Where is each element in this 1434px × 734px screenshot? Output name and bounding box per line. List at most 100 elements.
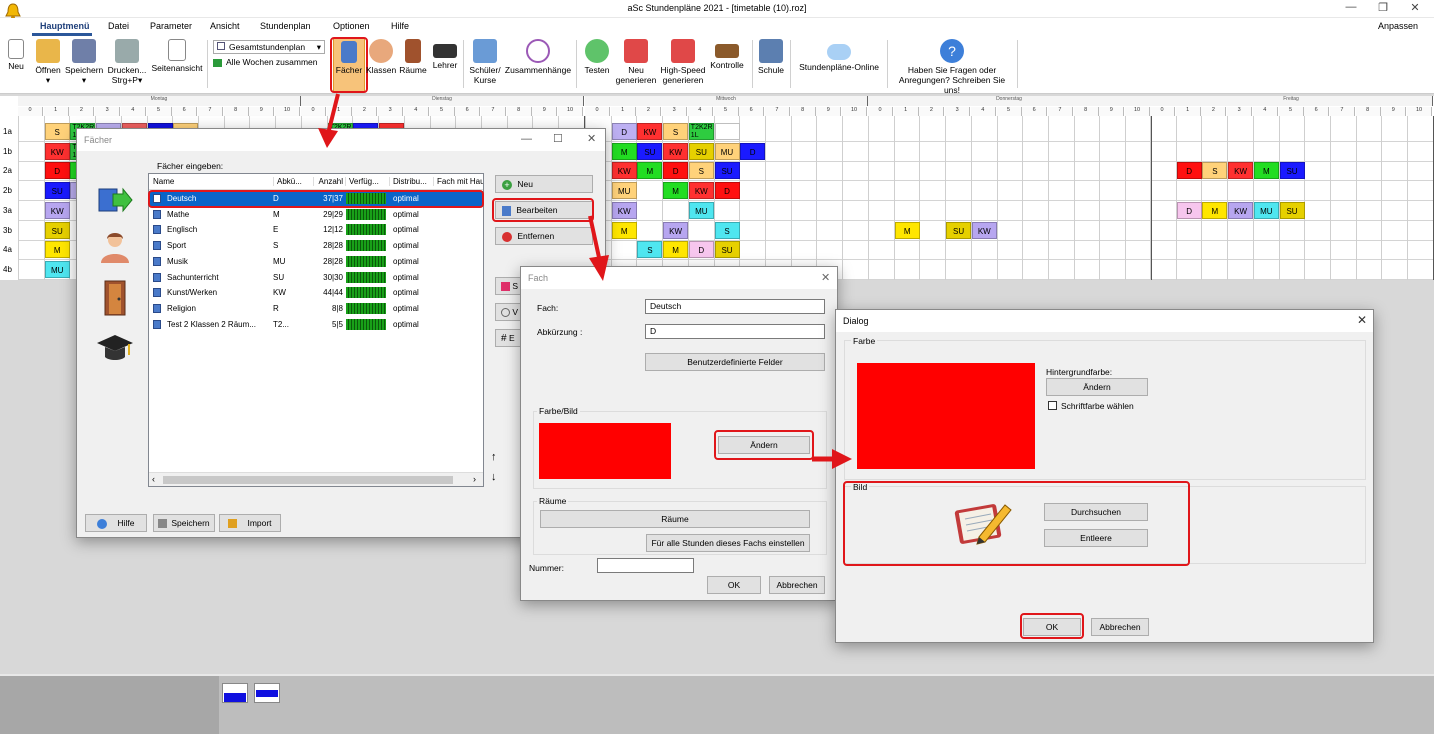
lesson-card[interactable]: SU — [1279, 201, 1305, 219]
lesson-card[interactable]: KW — [44, 201, 70, 219]
unplaced-card[interactable] — [254, 683, 280, 703]
lesson-card[interactable]: MU — [714, 142, 740, 160]
timetable-view-select[interactable]: Gesamtstundenplan ▾ — [213, 40, 325, 54]
lesson-card[interactable]: S — [714, 221, 740, 239]
lesson-card[interactable]: M — [663, 182, 689, 200]
lesson-card[interactable]: KW — [688, 182, 714, 200]
teachers-nav-icon[interactable] — [95, 333, 135, 365]
class-row-label[interactable]: 1b — [0, 142, 18, 161]
unplaced-card[interactable] — [222, 683, 248, 703]
lesson-card[interactable]: SU — [637, 142, 663, 160]
day-header[interactable]: Dienstag — [301, 96, 584, 106]
lesson-card[interactable]: S — [637, 241, 663, 259]
page-view-button[interactable]: Seitenansicht — [150, 38, 204, 73]
help-button[interactable]: Hilfe — [85, 514, 147, 532]
customize-menu[interactable]: Anpassen — [1378, 21, 1418, 31]
teachers-button[interactable]: Lehrer — [430, 38, 460, 70]
apply-all-lessons-button[interactable]: Für alle Stunden dieses Fachs einstellen — [646, 534, 810, 552]
lesson-card[interactable]: D — [740, 142, 766, 160]
class-row-label[interactable]: 1a — [0, 122, 18, 141]
lesson-card[interactable]: SU — [44, 221, 70, 239]
day-header[interactable]: Mittwoch — [585, 96, 868, 106]
lesson-card[interactable]: D — [1176, 162, 1202, 180]
new-button[interactable]: Neu — [4, 38, 28, 71]
table-row[interactable]: Mathe M 29|29 optimal — [149, 207, 483, 222]
lesson-card[interactable]: KW — [611, 201, 637, 219]
lesson-card[interactable]: SU — [946, 221, 972, 239]
menu-hauptmenu[interactable]: Hauptmenü — [40, 21, 90, 31]
classes-button[interactable]: Klassen — [366, 38, 396, 75]
control-button[interactable]: Kontrolle — [708, 38, 746, 70]
scroll-thumb[interactable] — [163, 476, 453, 484]
close-icon[interactable]: ✕ — [1404, 1, 1426, 17]
rooms-nav-icon[interactable] — [101, 279, 129, 317]
lesson-card[interactable]: MU — [611, 182, 637, 200]
restore-icon[interactable]: ❐ — [1372, 1, 1394, 17]
lesson-card[interactable]: S — [44, 123, 70, 140]
col-count[interactable]: Anzahl — [313, 177, 345, 186]
table-row[interactable]: Sachunterricht SU 30|30 optimal — [149, 270, 483, 285]
table-row[interactable]: Sport S 28|28 optimal — [149, 238, 483, 253]
lesson-card[interactable]: KW — [44, 142, 70, 160]
lesson-card[interactable]: M — [611, 142, 637, 160]
students-courses-button[interactable]: Schüler/Kurse — [467, 38, 503, 85]
relations-button[interactable]: Zusammenhänge — [504, 38, 572, 75]
table-row[interactable]: Kunst/Werken KW 44|44 optimal — [149, 285, 483, 300]
scroll-left-icon[interactable]: ‹ — [152, 474, 155, 484]
dialog-maximize-icon[interactable]: ☐ — [553, 132, 563, 145]
lesson-card[interactable]: SU — [1279, 162, 1305, 180]
lesson-card[interactable]: MU — [688, 201, 714, 219]
ok-button[interactable]: OK — [707, 576, 761, 594]
rooms-button[interactable]: Räume — [540, 510, 810, 528]
dialog-close-icon[interactable]: ✕ — [587, 132, 596, 145]
lesson-card[interactable]: SU — [688, 142, 714, 160]
horizontal-scrollbar[interactable]: ‹ › — [149, 472, 483, 486]
move-up-icon[interactable]: ↑ — [491, 451, 497, 463]
font-color-checkbox[interactable] — [1048, 401, 1057, 410]
lesson-card[interactable]: KW — [663, 221, 689, 239]
lesson-card[interactable] — [714, 123, 740, 140]
col-availability[interactable]: Verfüg... — [345, 177, 389, 186]
lesson-card[interactable]: KW — [1228, 162, 1254, 180]
lesson-card[interactable]: SU — [44, 182, 70, 200]
school-button[interactable]: Schule — [756, 38, 786, 75]
class-row-label[interactable]: 3a — [0, 201, 18, 220]
dialog-minimize-icon[interactable]: — — [521, 133, 532, 145]
print-button[interactable]: Drucken... Strg+P▾ — [105, 38, 149, 85]
lesson-card[interactable]: S — [1202, 162, 1228, 180]
scroll-right-icon[interactable]: › — [473, 474, 476, 484]
col-name[interactable]: Name — [153, 177, 269, 186]
weeks-toggle[interactable]: Alle Wochen zusammen — [213, 57, 325, 71]
lesson-card[interactable]: KW — [1228, 201, 1254, 219]
change-background-button[interactable]: Ändern — [1046, 378, 1148, 396]
save-button[interactable]: Speichern ▾ — [65, 38, 103, 85]
generate-button[interactable]: Neu generieren — [614, 38, 658, 85]
remove-subject-button[interactable]: Entfernen — [495, 227, 593, 245]
abbreviation-input[interactable]: D — [645, 324, 825, 339]
lesson-card[interactable]: M — [637, 162, 663, 180]
col-abbr[interactable]: Abkü... — [273, 177, 313, 186]
lesson-card[interactable]: M — [663, 241, 689, 259]
day-header[interactable]: Montag — [18, 96, 301, 106]
lesson-card[interactable]: KW — [663, 142, 689, 160]
class-row-label[interactable]: 3b — [0, 221, 18, 240]
menu-hilfe[interactable]: Hilfe — [391, 21, 409, 31]
test-button[interactable]: Testen — [580, 38, 614, 75]
rooms-button[interactable]: Räume — [398, 38, 428, 75]
cancel-button[interactable]: Abbrechen — [1091, 618, 1149, 636]
class-row-label[interactable]: 4b — [0, 260, 18, 279]
custom-fields-button[interactable]: Benutzerdefinierte Felder — [645, 353, 825, 371]
day-header[interactable]: Donnerstag — [868, 96, 1151, 106]
online-timetable-button[interactable]: Stundenpläne-Online — [795, 38, 883, 72]
lesson-card[interactable]: KW — [971, 221, 997, 239]
lesson-card[interactable]: M — [611, 221, 637, 239]
table-row[interactable]: Musik MU 28|28 optimal — [149, 254, 483, 269]
lesson-card[interactable]: SU — [714, 162, 740, 180]
class-row-label[interactable]: 2a — [0, 161, 18, 180]
subject-name-input[interactable]: Deutsch — [645, 299, 825, 314]
menu-optionen[interactable]: Optionen — [333, 21, 370, 31]
lesson-card[interactable]: D — [1176, 201, 1202, 219]
lesson-card[interactable]: M — [894, 221, 920, 239]
open-button[interactable]: Öffnen ▾ — [33, 38, 63, 85]
dialog-close-icon[interactable]: ✕ — [821, 271, 830, 284]
